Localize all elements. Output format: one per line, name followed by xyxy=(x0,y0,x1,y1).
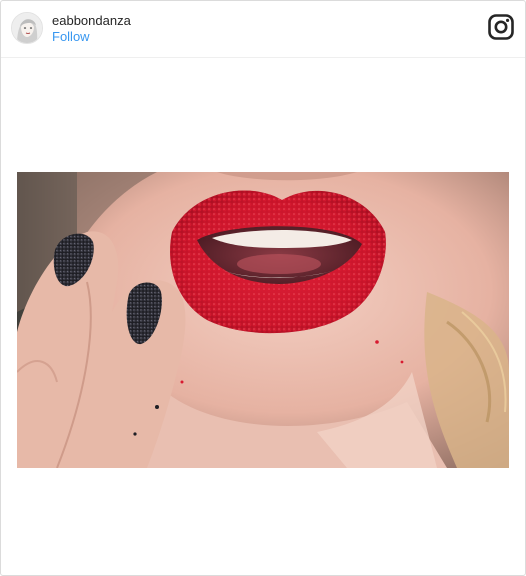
username-link[interactable]: eabbondanza xyxy=(52,13,131,29)
avatar[interactable] xyxy=(11,12,43,44)
user-info: eabbondanza Follow xyxy=(52,13,131,45)
avatar-image xyxy=(12,13,42,43)
post-photo[interactable] xyxy=(17,172,509,468)
instagram-icon[interactable] xyxy=(488,14,514,40)
post-header: eabbondanza Follow xyxy=(1,1,525,58)
follow-link[interactable]: Follow xyxy=(52,29,131,45)
instagram-embed: eabbondanza Follow xyxy=(0,0,526,576)
lips-photo-image xyxy=(17,172,509,468)
